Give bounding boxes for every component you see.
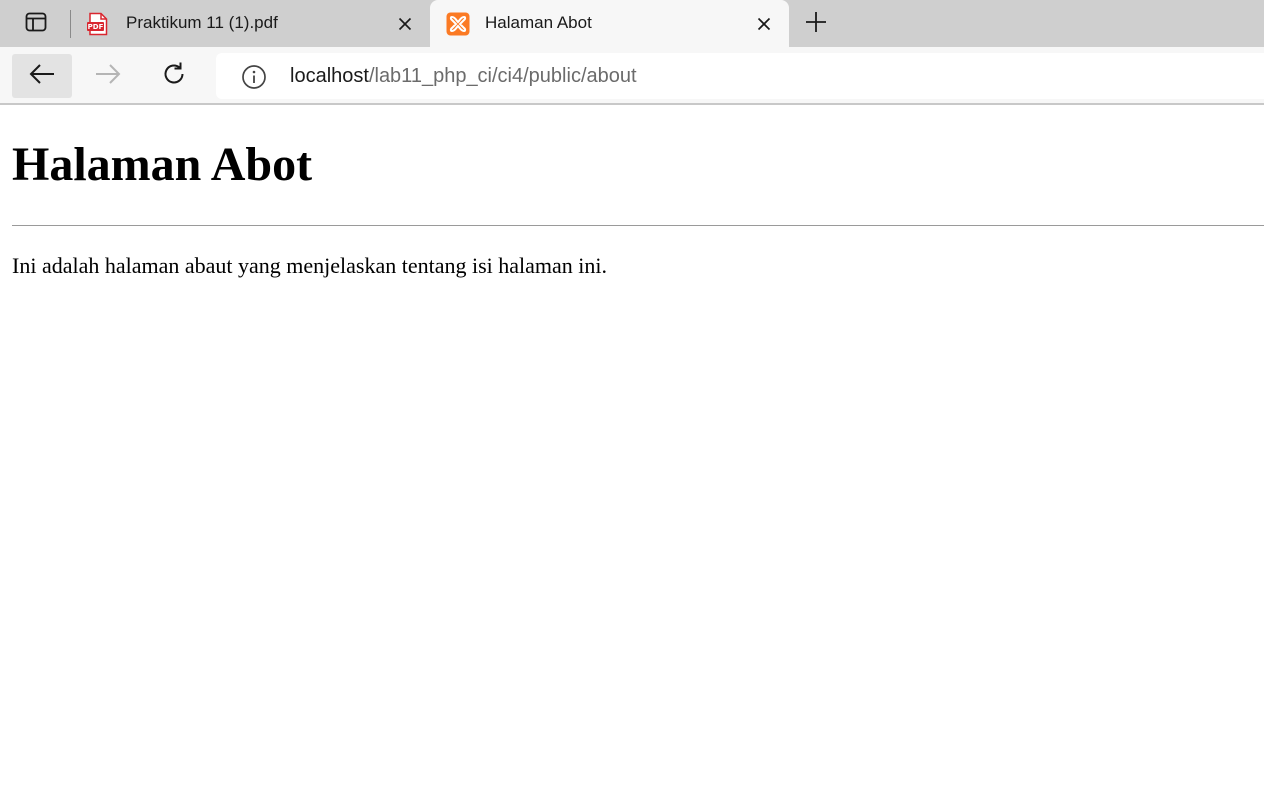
tab-actions-button[interactable] [14,8,58,40]
tab-praktikum-pdf[interactable]: PDF Praktikum 11 (1).pdf [72,0,428,47]
xampp-icon [446,12,470,36]
tab-strip: PDF Praktikum 11 (1).pdf Halaman Abot [0,0,1264,47]
horizontal-rule [12,225,1264,226]
tab-separator [70,10,71,38]
tab-halaman-abot[interactable]: Halaman Abot [430,0,789,47]
close-icon[interactable] [753,13,775,35]
info-icon[interactable] [240,63,268,91]
page-paragraph: Ini adalah halaman abaut yang menjelaska… [12,253,608,278]
forward-arrow-icon [95,63,121,90]
back-arrow-icon [29,63,55,90]
refresh-icon [161,61,187,92]
pdf-icon: PDF [86,12,110,36]
new-tab-button[interactable] [800,8,832,40]
tab-actions-icon [25,11,47,38]
navigation-toolbar: localhost/lab11_php_ci/ci4/public/about [0,47,1264,105]
url-path: /lab11_php_ci/ci4/public/about [368,65,637,87]
refresh-button[interactable] [144,54,204,98]
url-text[interactable]: localhost/lab11_php_ci/ci4/public/about [290,65,637,88]
page-content: Halaman Abot Ini adalah halaman abaut ya… [0,107,1264,796]
forward-button[interactable] [78,54,138,98]
close-icon[interactable] [394,13,416,35]
svg-text:PDF: PDF [88,23,104,31]
tab-title: Praktikum 11 (1).pdf [126,13,278,32]
address-bar[interactable]: localhost/lab11_php_ci/ci4/public/about [216,53,1264,99]
plus-icon [805,11,827,38]
back-button[interactable] [12,54,72,98]
url-host: localhost [290,65,369,87]
page-heading: Halaman Abot [12,138,313,191]
tab-title: Halaman Abot [485,13,592,32]
